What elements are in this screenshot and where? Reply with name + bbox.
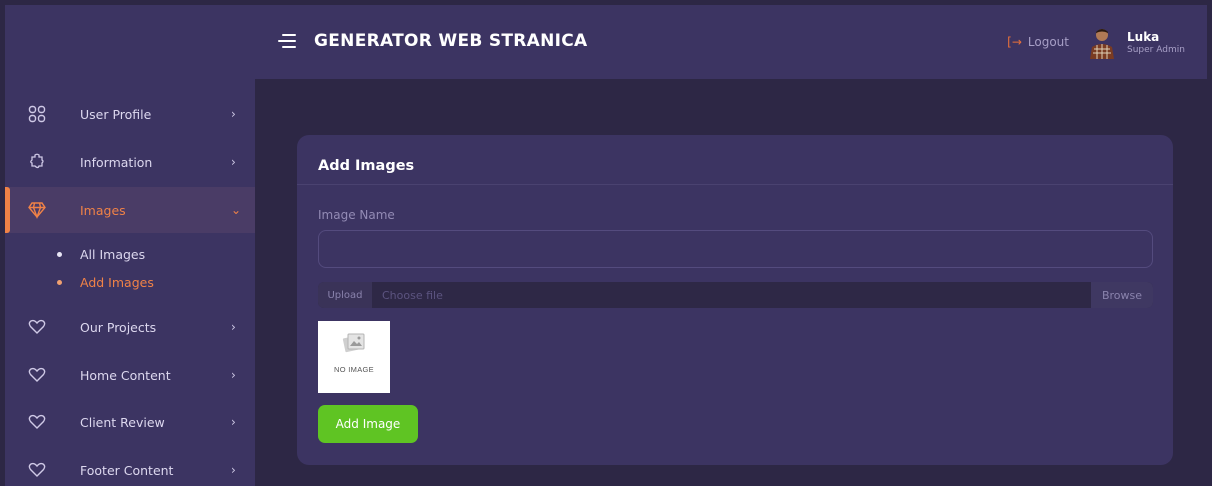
main-content: Add Images Image Name Upload Choose file… — [255, 79, 1207, 486]
heart-icon — [27, 365, 47, 385]
sidebar-subitem-label: All Images — [80, 246, 146, 262]
sidebar-item-home-content[interactable]: Home Content › — [5, 352, 255, 398]
sidebar-subitem-label: Add Images — [80, 274, 154, 290]
add-image-button[interactable]: Add Image — [318, 405, 418, 443]
image-placeholder-icon — [342, 333, 365, 353]
image-preview: NO IMAGE — [318, 321, 390, 393]
sidebar-item-label: Images — [80, 202, 126, 218]
sidebar-item-label: Information — [80, 154, 153, 170]
file-upload-field[interactable]: Upload Choose file Browse — [318, 282, 1153, 308]
sidebar-item-label: Client Review — [80, 414, 165, 430]
logout-icon: [→ — [1007, 35, 1022, 49]
sidebar: User Profile › Information › Images ⌄ Al… — [5, 79, 255, 486]
sidebar-item-label: Footer Content — [80, 462, 174, 478]
bullet-icon — [57, 251, 62, 257]
heart-icon — [27, 412, 47, 432]
logout-label: Logout — [1027, 35, 1069, 49]
heart-icon — [27, 460, 47, 480]
sidebar-item-images[interactable]: Images ⌄ — [5, 187, 255, 233]
chevron-right-icon: › — [231, 107, 236, 121]
user-info: Luka Super Admin — [1127, 30, 1195, 55]
diamond-icon — [27, 200, 47, 220]
top-header: GENERATOR WEB STRANICA [→ Logout Luka Su… — [255, 5, 1207, 79]
sidebar-item-our-projects[interactable]: Our Projects › — [5, 304, 255, 350]
sidebar-item-footer-content[interactable]: Footer Content › — [5, 447, 255, 486]
file-placeholder[interactable]: Choose file — [382, 289, 443, 302]
sidebar-subitem-add-images[interactable]: Add Images — [5, 271, 255, 293]
chevron-down-icon: ⌄ — [231, 203, 242, 217]
chevron-right-icon: › — [231, 320, 236, 334]
sidebar-item-label: User Profile — [80, 106, 152, 122]
menu-toggle-icon[interactable] — [278, 31, 296, 51]
add-images-card: Add Images Image Name Upload Choose file… — [297, 135, 1173, 465]
browse-button[interactable]: Browse — [1091, 282, 1153, 308]
avatar[interactable] — [1085, 25, 1119, 59]
image-name-input[interactable] — [318, 230, 1153, 268]
brand-area — [5, 5, 255, 79]
sidebar-item-label: Our Projects — [80, 319, 157, 335]
image-name-label: Image Name — [318, 208, 395, 222]
user-name: Luka — [1127, 30, 1160, 44]
divider — [297, 184, 1173, 185]
user-role: Super Admin — [1127, 45, 1185, 55]
chevron-right-icon: › — [231, 415, 236, 429]
chevron-right-icon: › — [231, 463, 236, 477]
puzzle-icon — [27, 152, 47, 172]
no-image-text: NO IMAGE — [334, 365, 374, 374]
card-title: Add Images — [318, 158, 415, 174]
chevron-right-icon: › — [231, 155, 236, 169]
logout-link[interactable]: [→ Logout — [1007, 35, 1069, 49]
upload-tag: Upload — [318, 282, 372, 308]
sidebar-item-information[interactable]: Information › — [5, 139, 255, 185]
sidebar-item-label: Home Content — [80, 367, 171, 383]
bullet-icon — [57, 279, 62, 285]
sidebar-item-client-review[interactable]: Client Review › — [5, 399, 255, 445]
heart-icon — [27, 317, 47, 337]
active-indicator — [5, 187, 10, 233]
chevron-right-icon: › — [231, 368, 236, 382]
app-title: GENERATOR WEB STRANICA — [314, 31, 588, 51]
grid-icon — [27, 104, 47, 124]
sidebar-item-user-profile[interactable]: User Profile › — [5, 91, 255, 137]
sidebar-subitem-all-images[interactable]: All Images — [5, 243, 255, 265]
app-window: GENERATOR WEB STRANICA [→ Logout Luka Su… — [5, 5, 1207, 486]
